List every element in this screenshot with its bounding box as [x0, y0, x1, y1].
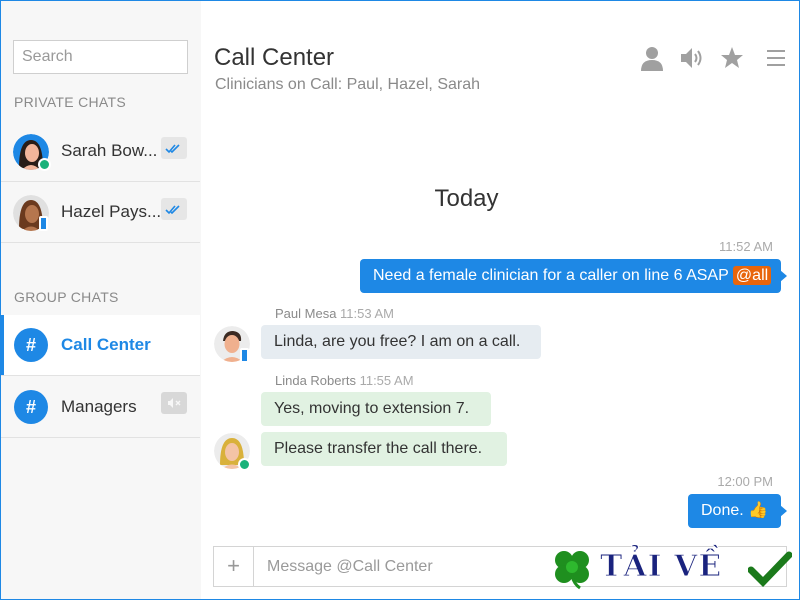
attach-plus-button[interactable]: + — [214, 547, 254, 586]
message-bubble-incoming[interactable]: Linda, are you free? I am on a call. — [261, 325, 541, 359]
day-divider: Today — [434, 185, 499, 212]
online-status-dot — [38, 158, 51, 171]
message-text: Need a female clinician for a caller on … — [373, 267, 729, 284]
channel-hash-icon: # — [14, 390, 48, 424]
mention-tag[interactable]: @all — [732, 266, 772, 285]
chat-item-label: Managers — [61, 397, 137, 416]
channel-hash-icon: # — [14, 328, 48, 362]
menu-icon[interactable] — [763, 44, 791, 72]
sidebar: PRIVATE CHATS Sarah Bow... Hazel P — [1, 1, 201, 599]
message-meta: Linda Roberts 11:55 AM — [275, 373, 414, 388]
chat-item-label: Sarah Bow... — [61, 141, 158, 160]
search-input[interactable] — [13, 40, 188, 74]
message-author: Paul Mesa — [275, 306, 337, 321]
message-timestamp: 11:55 AM — [359, 373, 414, 388]
message-input[interactable] — [255, 547, 555, 586]
message-author: Linda Roberts — [275, 373, 356, 388]
checkmark-icon — [748, 551, 792, 587]
watermark-logo: TẢI VỀ — [550, 546, 800, 592]
message-meta: Paul Mesa 11:53 AM — [275, 306, 394, 321]
mobile-status-icon — [39, 216, 48, 231]
chat-item-label: Call Center — [61, 335, 151, 354]
page-title: Call Center — [214, 44, 335, 71]
message-timestamp: 11:53 AM — [340, 306, 395, 321]
watermark-text: TẢI VỀ — [599, 549, 723, 585]
message-timestamp: 12:00 PM — [717, 474, 773, 489]
group-chats-heading: GROUP CHATS — [14, 289, 119, 305]
chat-item-sarah[interactable]: Sarah Bow... — [1, 121, 200, 182]
message-timestamp: 11:52 AM — [719, 239, 773, 254]
speaker-icon[interactable] — [678, 44, 706, 72]
chat-item-managers[interactable]: # Managers — [1, 377, 200, 438]
star-icon[interactable] — [718, 44, 746, 72]
message-bubble-incoming[interactable]: Yes, moving to extension 7. — [261, 392, 491, 426]
user-icon[interactable] — [638, 44, 666, 72]
read-receipt-icon — [161, 137, 187, 159]
message-bubble-outgoing[interactable]: Need a female clinician for a caller on … — [360, 259, 787, 293]
muted-icon — [161, 392, 187, 414]
online-status-dot — [238, 458, 251, 471]
chat-item-call-center[interactable]: # Call Center — [1, 315, 200, 376]
message-bubble-outgoing[interactable]: Done. 👍 — [688, 494, 787, 528]
message-bubble-incoming[interactable]: Please transfer the call there. — [261, 432, 507, 466]
clover-icon — [555, 551, 589, 590]
private-chats-heading: PRIVATE CHATS — [14, 94, 127, 110]
page-subtitle: Clinicians on Call: Paul, Hazel, Sarah — [215, 76, 481, 93]
mobile-status-icon — [240, 348, 249, 363]
